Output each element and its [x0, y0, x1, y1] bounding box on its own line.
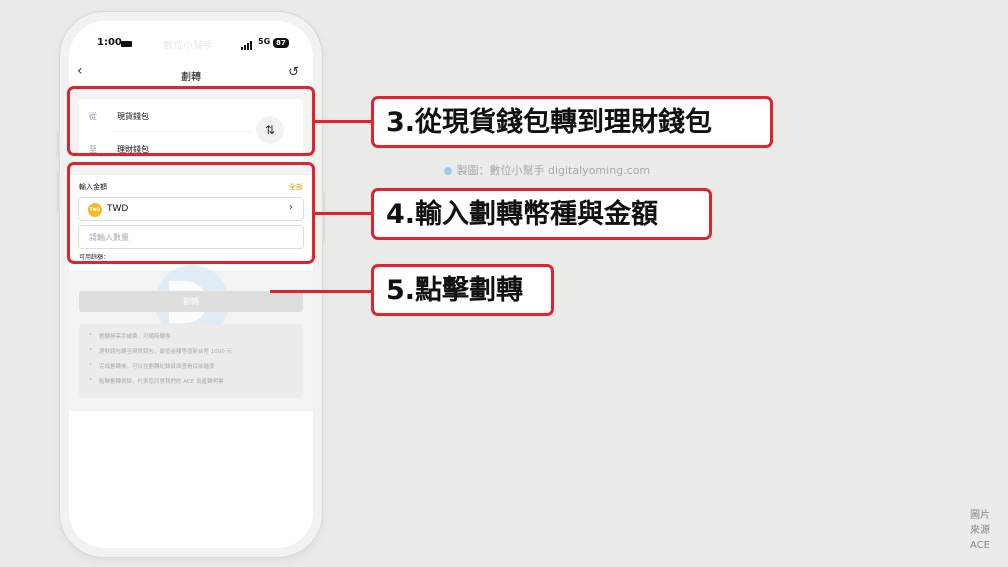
credit-text: 製圖：數位小幫手 digitalyoming.com [444, 162, 650, 178]
phone-side-button [57, 132, 60, 158]
step4-label: 4.輸入劃轉幣種與金額 [371, 188, 712, 240]
status-watermark: 數位小幫手 [163, 41, 213, 52]
empty-area [69, 411, 313, 548]
note-item: 完成劃轉後，可以在劃轉紀錄頁面查看目前進度 [89, 362, 293, 377]
connector-line [315, 212, 371, 215]
phone-power-button [322, 192, 325, 242]
step3-label: 3.從現貨錢包轉到理財錢包 [371, 96, 773, 148]
notes-list: 劃轉無需手續費，可隨時轉換 理財錢包轉至現貨錢包，最低金額等值新台幣 1000 … [79, 324, 303, 398]
signal-icon [241, 39, 253, 50]
nav-bar: ‹ 劃轉 ↺ [69, 63, 313, 87]
transfer-button[interactable]: 劃轉 [79, 291, 303, 312]
connector-line [315, 120, 371, 123]
highlight-amount [67, 162, 315, 264]
note-item: 劃轉無需手續費，可隨時轉換 [89, 332, 293, 347]
page-title: 劃轉 [181, 72, 201, 83]
connector-line [270, 290, 371, 293]
source-line: ACE [970, 540, 990, 551]
history-icon[interactable]: ↺ [288, 65, 299, 80]
battery-icon: 87 [273, 38, 289, 48]
source-line: 圖片 [970, 510, 990, 521]
status-time: 1:00 [97, 37, 122, 48]
source-line: 來源 [970, 525, 990, 536]
step5-label: 5.點擊劃轉 [371, 264, 554, 316]
logo-dot-icon [444, 167, 452, 175]
source-note: 圖片 來源 ACE [970, 508, 990, 553]
bed-icon [121, 41, 132, 47]
phone-volume-button [57, 172, 60, 212]
note-item: 點擊劃轉按鈕，代表您同意我們的 ACE 資產聲明書 [89, 377, 293, 392]
status-bar: 1:00 數位小幫手 5G 87 [69, 37, 313, 53]
highlight-wallet-selector [67, 86, 315, 156]
network-label: 5G [258, 37, 271, 46]
note-item: 理財錢包轉至現貨錢包，最低金額等值新台幣 1000 元 [89, 347, 293, 362]
